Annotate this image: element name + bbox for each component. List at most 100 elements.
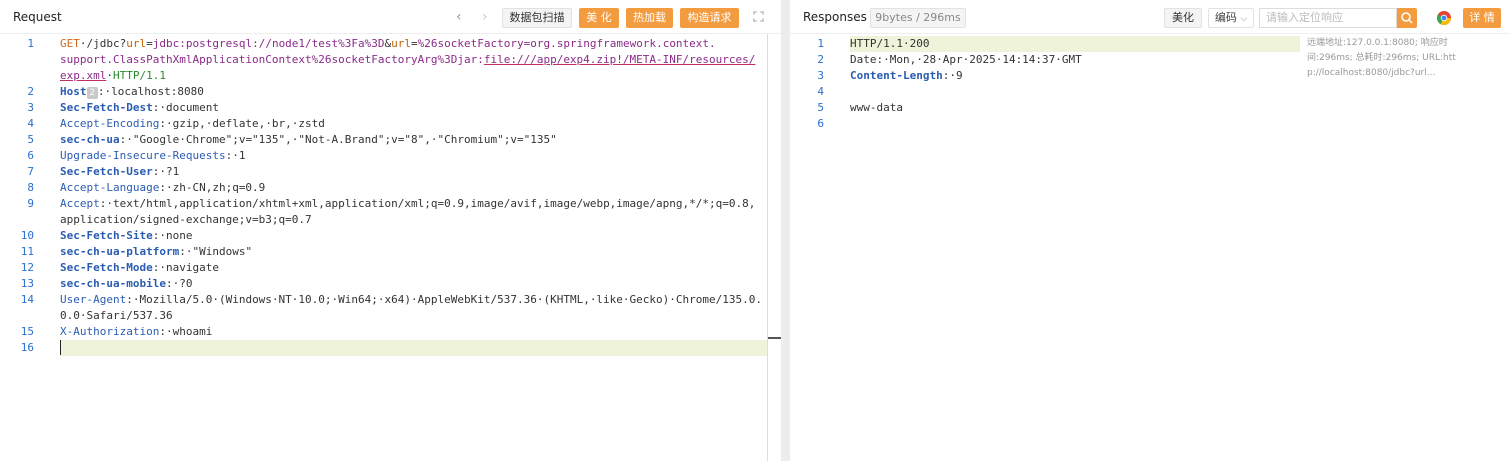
- code-line: Accept:·text/html,application/xhtml+xml,…: [60, 196, 760, 212]
- response-title: Responses: [803, 10, 867, 24]
- encoding-dropdown[interactable]: 编码 ⌵: [1208, 8, 1254, 28]
- code-line: support.ClassPathXmlApplicationContext%2…: [60, 52, 760, 68]
- code-line: Accept-Encoding:·gzip,·deflate,·br,·zstd: [60, 116, 760, 132]
- response-beautify-button[interactable]: 美化: [1164, 8, 1202, 28]
- response-search-input[interactable]: 请输入定位响应: [1259, 8, 1397, 28]
- code-token: ·: [106, 69, 113, 82]
- code-token: 2: [86, 87, 98, 99]
- meta-line-1: 远端地址:127.0.0.1:8080; 响应时: [1307, 38, 1448, 48]
- line-number: 4: [27, 117, 34, 130]
- line-number: 12: [20, 261, 34, 274]
- meta-line-3: p://localhost:8080/jdbc?url...: [1307, 68, 1436, 78]
- line-number: 8: [27, 181, 34, 194]
- hot-load-button[interactable]: 热加载: [626, 8, 673, 28]
- code-token: Content-Length: [850, 69, 943, 82]
- code-token: :·document: [152, 101, 219, 114]
- code-token: :·none: [152, 229, 193, 242]
- code-line: www-data: [850, 100, 1509, 116]
- beautify-button[interactable]: 美 化: [579, 8, 619, 28]
- code-token: User-Agent: [60, 293, 127, 306]
- line-number: 1: [817, 37, 824, 50]
- response-stats: 9bytes / 296ms: [870, 8, 966, 28]
- code-line: Host 2:·localhost:8080: [60, 84, 760, 100]
- code-line: application/signed-exchange;v=b3;q=0.7: [60, 212, 760, 228]
- line-number: 14: [20, 293, 34, 306]
- code-token: www-data: [850, 101, 903, 114]
- code-token: url: [391, 37, 412, 50]
- code-token: :·9: [942, 69, 963, 82]
- line-number: 3: [27, 101, 34, 114]
- line-number: 15: [20, 325, 34, 338]
- code-line: User-Agent:·Mozilla/5.0·(Windows·NT·10.0…: [60, 292, 762, 308]
- code-line: Upgrade-Insecure-Requests:·1: [60, 148, 760, 164]
- code-token: url: [126, 37, 147, 50]
- line-number: 13: [20, 277, 34, 290]
- code-token: Accept-Encoding: [60, 117, 160, 130]
- code-line: sec-ch-ua-mobile:·?0: [60, 276, 760, 292]
- code-token: sec-ch-ua: [60, 133, 120, 146]
- line-number: 5: [817, 101, 824, 114]
- response-header: Responses 9bytes / 296ms 美化 编码 ⌵ 请输入定位响应…: [790, 0, 1509, 34]
- line-number: 2: [27, 85, 34, 98]
- line-number: 4: [817, 85, 824, 98]
- code-token: support.ClassPathXmlApplicationContext%2…: [60, 53, 484, 66]
- forward-arrow-icon[interactable]: ›: [482, 9, 488, 25]
- code-line: Sec-Fetch-Mode:·navigate: [60, 260, 760, 276]
- code-token: application/signed-exchange;v=b3;q=0.7: [60, 213, 312, 226]
- code-token: %26socketFactory=org.springframework.con…: [417, 37, 716, 50]
- response-editor[interactable]: 1 HTTP/1.1·200 2 Date:·Mon,·28·Apr·2025·14:…: [790, 34, 1509, 461]
- search-button[interactable]: [1397, 8, 1417, 28]
- chrome-icon[interactable]: [1436, 10, 1452, 26]
- code-token: HTTP/1.1·200: [850, 37, 930, 50]
- code-token: :·navigate: [152, 261, 219, 274]
- code-token: GET: [60, 37, 80, 50]
- meta-line-2: 间:296ms; 总耗时:296ms; URL:htt: [1307, 53, 1456, 63]
- code-token: :·Mozilla/5.0·(Windows·NT·10.0;·Win64;·x…: [126, 293, 762, 306]
- code-line: Accept-Language:·zh-CN,zh;q=0.9: [60, 180, 760, 196]
- code-token: :·localhost:8080: [97, 85, 204, 98]
- line-number: 7: [27, 165, 34, 178]
- back-arrow-icon[interactable]: ‹: [456, 9, 462, 25]
- code-token: 0.0·Safari/537.36: [60, 309, 173, 322]
- editor-scrollbar-track[interactable]: [767, 34, 768, 461]
- code-token: :·"Windows": [179, 245, 253, 258]
- code-token: sec-ch-ua-mobile: [60, 277, 166, 290]
- line-number: 6: [27, 149, 34, 162]
- packet-scan-button[interactable]: 数据包扫描: [502, 8, 572, 28]
- code-line: Sec-Fetch-User:·?1: [60, 164, 760, 180]
- code-token: Host: [60, 85, 87, 98]
- detail-button[interactable]: 详 情: [1463, 8, 1501, 28]
- request-panel: Request ‹ › 数据包扫描 美 化 热加载 构造请求 1 GET·/jdb…: [0, 0, 781, 461]
- code-token: jdbc:postgresql://node1/test%3Fa%3D: [152, 37, 385, 50]
- search-icon: [1401, 12, 1413, 24]
- expand-icon[interactable]: [753, 11, 764, 22]
- code-token: :·zh-CN,zh;q=0.9: [159, 181, 266, 194]
- code-token: =: [146, 37, 153, 50]
- request-title: Request: [13, 10, 62, 24]
- code-token: Sec-Fetch-Mode: [60, 261, 153, 274]
- text-cursor: [60, 340, 61, 355]
- code-line: sec-ch-ua:·"Google·Chrome";v="135",·"Not…: [60, 132, 760, 148]
- code-token: Sec-Fetch-User: [60, 165, 153, 178]
- code-token: exp.xml: [60, 69, 107, 82]
- code-token: Date:·Mon,·28·Apr·2025·14:14:37·GMT: [850, 53, 1082, 66]
- request-editor[interactable]: 1 GET·/jdbc?url=jdbc:postgresql://node1/t…: [0, 34, 781, 461]
- code-token: Accept-Language: [60, 181, 160, 194]
- code-token: HTTP/1.1: [112, 69, 166, 82]
- line-number: 10: [20, 229, 34, 242]
- code-token: :·gzip,·deflate,·br,·zstd: [159, 117, 325, 130]
- code-token: Sec-Fetch-Dest: [60, 101, 153, 114]
- line-number: 1: [27, 37, 34, 50]
- line-number: 11: [20, 245, 34, 258]
- response-panel: Responses 9bytes / 296ms 美化 编码 ⌵ 请输入定位响应…: [790, 0, 1509, 461]
- code-line: 0.0·Safari/537.36: [60, 308, 760, 324]
- construct-request-button[interactable]: 构造请求: [680, 8, 739, 28]
- chevron-down-icon: ⌵: [1240, 14, 1248, 24]
- code-token: :·text/html,application/xhtml+xml,applic…: [99, 197, 756, 210]
- request-header: Request ‹ › 数据包扫描 美 化 热加载 构造请求: [0, 0, 781, 34]
- code-token: sec-ch-ua-platform: [60, 245, 180, 258]
- current-line-highlight: [60, 340, 767, 356]
- code-token: ·/jdbc?: [79, 37, 127, 50]
- code-token: :·?1: [152, 165, 180, 178]
- code-token: file:///app/exp4.zip!/META-INF/resources…: [483, 53, 756, 66]
